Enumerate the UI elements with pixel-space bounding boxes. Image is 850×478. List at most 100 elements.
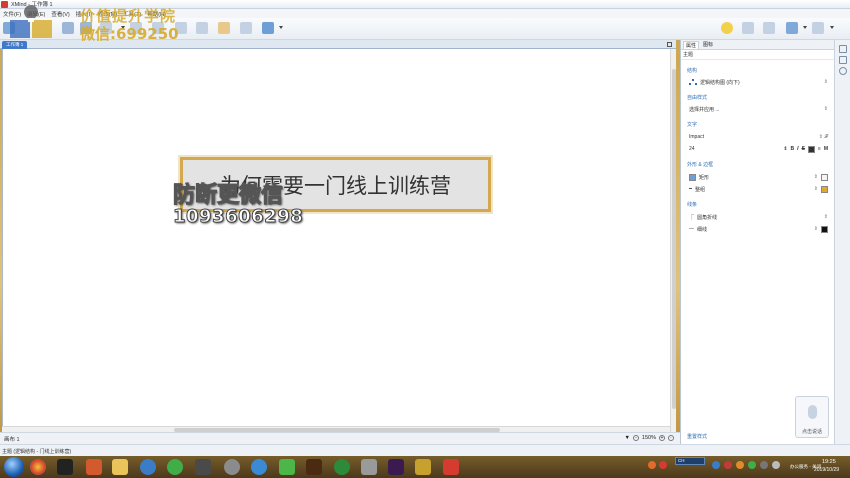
filter-icon[interactable]: ▼	[624, 435, 629, 441]
language-indicator[interactable]: CH	[675, 457, 705, 465]
tray-icon[interactable]	[712, 461, 720, 469]
clock-date[interactable]: 2019/10/29	[814, 467, 839, 473]
section-shape-border: 外形 & 边框	[687, 162, 714, 168]
chevron-down-icon[interactable]	[279, 26, 283, 29]
dropdown-icon: ⇕	[813, 174, 818, 180]
font-family-select[interactable]: Impact ⇕ 𝓕	[689, 133, 828, 141]
presentation-icon[interactable]	[742, 22, 754, 34]
editor-status-bar: 画布 1 ▼ - 150% + ·	[0, 432, 680, 444]
media-player-icon[interactable]	[195, 459, 211, 475]
tab-properties[interactable]: 属性	[683, 40, 700, 49]
tray-icon[interactable]	[648, 461, 656, 469]
shape-select[interactable]: 矩形 ⇕	[689, 173, 828, 181]
chevron-down-icon[interactable]	[803, 26, 807, 29]
image-icon[interactable]	[262, 22, 274, 34]
ok-app-icon[interactable]	[57, 459, 73, 475]
summary-icon[interactable]	[196, 22, 208, 34]
voice-label: 点击说话	[801, 429, 822, 435]
premiere-icon[interactable]	[388, 459, 404, 475]
border-color-swatch[interactable]	[821, 185, 828, 193]
section-lines: 线条	[687, 202, 698, 208]
line-shape-select[interactable]: ⎾ 圆角折线 ⇕	[689, 213, 828, 221]
align-icon[interactable]: ≡	[818, 146, 821, 152]
microphone-app-icon[interactable]	[224, 459, 240, 475]
tray-icon[interactable]	[659, 461, 667, 469]
text-color-swatch[interactable]	[807, 145, 815, 153]
status-text: 主题 (逻辑结构 - 门线上训练营)	[2, 449, 72, 455]
microphone-icon	[808, 405, 817, 419]
tray-icon[interactable]	[748, 461, 756, 469]
zoom-level: 150%	[641, 435, 656, 441]
outline-view-icon[interactable]	[839, 56, 847, 64]
chrome-icon[interactable]	[30, 459, 46, 475]
wechat-icon[interactable]	[279, 459, 295, 475]
search-icon[interactable]	[839, 67, 847, 75]
fill-color-swatch[interactable]	[821, 173, 828, 181]
notes-app-icon[interactable]	[415, 459, 431, 475]
marker-icon[interactable]	[218, 22, 230, 34]
properties-view-icon[interactable]	[839, 45, 847, 53]
maximize-icon[interactable]	[667, 42, 672, 47]
zoom-out-button[interactable]: -	[632, 435, 639, 441]
reset-style-link[interactable]: 重置样式	[687, 433, 707, 440]
tray-icon[interactable]	[724, 461, 732, 469]
italic-button[interactable]: I	[797, 146, 798, 152]
line-width-icon: —	[689, 226, 694, 232]
theme-select[interactable]: 选择并应用 ... ⇕	[689, 105, 828, 113]
dropdown-icon: ⇕	[823, 214, 828, 220]
case-button[interactable]: M	[824, 146, 828, 152]
line-shape-value: 圆角折线	[697, 214, 718, 221]
brainstorm-icon[interactable]	[721, 22, 733, 34]
sheet-tab[interactable]: 画布 1	[4, 435, 20, 443]
structure-select[interactable]: 逻辑结构图 (向下) ⇕	[689, 78, 828, 86]
tray-icon[interactable]	[760, 461, 768, 469]
watermark-logo	[10, 5, 52, 38]
tray-icon[interactable]	[772, 461, 780, 469]
xmind-taskbar-icon[interactable]	[443, 459, 459, 475]
messenger-icon[interactable]	[140, 459, 156, 475]
chevron-down-icon[interactable]	[830, 26, 834, 29]
gantt-icon[interactable]	[763, 22, 775, 34]
zoom-controls: ▼ - 150% + ·	[624, 435, 674, 441]
dropdown-icon: ⇕	[813, 186, 818, 192]
shape-icon	[689, 173, 696, 181]
share-icon[interactable]	[786, 22, 798, 34]
export-icon[interactable]	[812, 22, 824, 34]
line-width-select[interactable]: — 细线 ⇕	[689, 225, 828, 233]
zoom-in-button[interactable]: +	[659, 435, 665, 441]
font-size-value[interactable]: 24	[689, 146, 695, 152]
bold-button[interactable]: B	[791, 146, 795, 152]
printer-icon[interactable]	[361, 459, 377, 475]
green-app-icon[interactable]	[334, 459, 350, 475]
panel-side-strip	[834, 40, 850, 444]
browser-icon[interactable]	[251, 459, 267, 475]
panel-subtitle: 主题	[681, 50, 834, 60]
illustrator-icon[interactable]	[306, 459, 322, 475]
dropdown-icon: ⇕ 𝓕	[818, 134, 828, 140]
refresh-app-icon[interactable]	[167, 459, 183, 475]
border-value: 整组	[695, 186, 706, 193]
note-icon[interactable]	[240, 22, 252, 34]
vertical-scrollbar[interactable]	[670, 49, 676, 432]
line-color-swatch[interactable]	[821, 225, 828, 233]
border-select[interactable]: ━ 整组 ⇕	[689, 185, 828, 193]
start-button[interactable]	[4, 457, 24, 477]
panel-tabs: 属性 图标	[681, 40, 834, 50]
tab-icons[interactable]: 图标	[701, 41, 715, 48]
tray-icon[interactable]	[736, 461, 744, 469]
voice-input-widget[interactable]: 点击说话	[795, 396, 829, 438]
font-style-tools: ⇕ B I S ≡ M	[783, 145, 828, 153]
zoom-fit-button[interactable]: ·	[668, 435, 674, 441]
windows-taskbar: CH 办公服务 - 关闭 19:25 2019/10/29	[0, 456, 850, 478]
scrollbar-thumb[interactable]	[672, 69, 676, 409]
line-shape-icon: ⎾	[689, 214, 695, 221]
folder-icon[interactable]	[112, 459, 128, 475]
section-text: 文字	[687, 122, 698, 128]
dropdown-icon: ⇕	[813, 226, 818, 232]
spinner-icon[interactable]: ⇕	[783, 146, 787, 152]
office-icon[interactable]	[86, 459, 102, 475]
strike-button[interactable]: S	[802, 146, 805, 152]
clock-time[interactable]: 19:25	[822, 459, 836, 465]
mindmap-canvas[interactable]	[2, 49, 670, 426]
tab-workbook[interactable]: 工作簿 1	[2, 41, 28, 49]
